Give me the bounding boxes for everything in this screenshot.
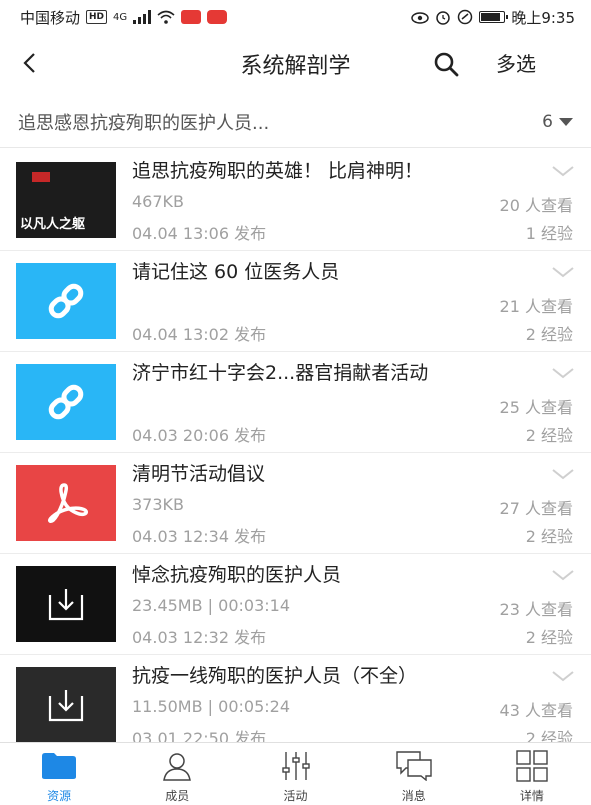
chevron-down-icon[interactable] (551, 366, 575, 380)
item-exp: 2 经验 (525, 426, 573, 445)
top-bar: 系统解剖学 多选 (0, 34, 591, 92)
eye-icon (411, 12, 430, 24)
status-bar: 中国移动 HD 4G 晚上9:35 (0, 0, 591, 34)
tab-activities[interactable]: 活动 (236, 743, 354, 805)
signal-icon (133, 10, 152, 24)
item-views: 27 人查看 (499, 499, 573, 518)
item-exp: 2 经验 (525, 527, 573, 546)
item-thumbnail (16, 263, 116, 339)
tab-members[interactable]: 成员 (118, 743, 236, 805)
item-views: 23 人查看 (499, 600, 573, 619)
item-thumbnail (16, 465, 116, 541)
grid-icon (512, 749, 552, 783)
item-meta: 467KB (132, 192, 185, 211)
item-date: 04.03 12:32 发布 (132, 628, 267, 647)
list-item[interactable]: 以凡人之躯 追思抗疫殉职的英雄！ 比肩神明！ 467KB 04.04 13:06… (0, 150, 591, 251)
list-item[interactable]: 抗疫一线殉职的医护人员（不全） 11.50MB | 00:05:24 03.01… (0, 655, 591, 742)
link-icon (48, 283, 84, 319)
chevron-down-icon[interactable] (551, 467, 575, 481)
list-item[interactable]: 清明节活动倡议 373KB 04.03 12:34 发布 27 人查看 2 经验 (0, 453, 591, 554)
list-item[interactable]: 请记住这 60 位医务人员 04.04 13:02 发布 21 人查看 2 经验 (0, 251, 591, 352)
item-title: 济宁市红十字会2...器官捐献者活动 (132, 362, 429, 384)
chat-icon (394, 749, 434, 783)
bottom-nav: 资源 成员 活动 消息 详情 (0, 742, 591, 805)
download-icon (48, 690, 84, 722)
back-button[interactable] (12, 46, 46, 80)
folder-icon (39, 749, 79, 783)
item-views: 21 人查看 (499, 297, 573, 316)
item-thumbnail: 以凡人之躯 (16, 162, 116, 238)
status-right: 晚上9:35 (411, 7, 575, 28)
chevron-down-icon[interactable] (551, 568, 575, 582)
alarm-icon (436, 11, 451, 25)
item-exp: 2 经验 (525, 729, 573, 742)
resource-list: 以凡人之躯 追思抗疫殉职的英雄！ 比肩神明！ 467KB 04.04 13:06… (0, 150, 591, 742)
chevron-left-icon (23, 53, 35, 73)
item-thumbnail (16, 667, 116, 742)
tab-label: 消息 (401, 789, 426, 803)
chevron-down-icon[interactable] (551, 669, 575, 683)
download-icon (48, 589, 84, 621)
tab-details[interactable]: 详情 (473, 743, 591, 805)
filter-label: 追思感恩抗疫殉职的医护人员... (18, 112, 270, 134)
wifi-icon (157, 10, 175, 24)
status-left: 中国移动 HD 4G (20, 7, 228, 28)
tab-messages[interactable]: 消息 (355, 743, 473, 805)
filter-row[interactable]: 追思感恩抗疫殉职的医护人员... 6 (0, 96, 591, 148)
item-meta: 373KB (132, 495, 185, 514)
item-thumbnail (16, 566, 116, 642)
tab-label: 资源 (47, 789, 72, 803)
item-views: 20 人查看 (499, 196, 573, 215)
item-thumbnail (16, 364, 116, 440)
multi-select-button[interactable]: 多选 (496, 48, 536, 77)
filter-count-dropdown[interactable]: 6 (542, 112, 573, 132)
status-time: 晚上9:35 (511, 8, 575, 27)
app-notification-icon (181, 10, 202, 24)
item-title: 追思抗疫殉职的英雄！ 比肩神明！ (132, 160, 424, 182)
battery-icon (479, 11, 509, 23)
item-title: 请记住这 60 位医务人员 (132, 261, 340, 283)
chevron-down-icon[interactable] (551, 164, 575, 178)
item-exp: 2 经验 (525, 628, 573, 647)
item-date: 04.04 13:06 发布 (132, 224, 267, 243)
item-views: 43 人查看 (499, 701, 573, 720)
carrier-label: 中国移动 (20, 8, 81, 27)
filter-count: 6 (542, 111, 553, 132)
pdf-icon (48, 483, 88, 523)
item-exp: 2 经验 (525, 325, 573, 344)
network-type: 4G (113, 11, 128, 23)
item-date: 04.04 13:02 发布 (132, 325, 267, 344)
message-notification-icon (207, 10, 228, 24)
item-meta: 11.50MB | 00:05:24 (132, 697, 291, 716)
list-item[interactable]: 济宁市红十字会2...器官捐献者活动 04.03 20:06 发布 25 人查看… (0, 352, 591, 453)
item-title: 抗疫一线殉职的医护人员（不全） (132, 665, 418, 687)
link-icon (48, 384, 84, 420)
tab-label: 活动 (283, 789, 308, 803)
list-item[interactable]: 悼念抗疫殉职的医护人员 23.45MB | 00:03:14 04.03 12:… (0, 554, 591, 655)
thumbnail-caption: 以凡人之躯 (20, 217, 86, 232)
tab-label: 成员 (165, 789, 190, 803)
flag-graphic (32, 172, 50, 182)
chevron-down-icon[interactable] (551, 265, 575, 279)
item-title: 悼念抗疫殉职的医护人员 (132, 564, 342, 586)
item-date: 03.01 22:50 发布 (132, 729, 267, 742)
item-views: 25 人查看 (499, 398, 573, 417)
tab-label: 详情 (519, 789, 544, 803)
hd-badge: HD (86, 10, 108, 24)
item-date: 04.03 20:06 发布 (132, 426, 267, 445)
speed-icon (458, 9, 473, 25)
item-title: 清明节活动倡议 (132, 463, 266, 485)
search-icon (434, 52, 459, 77)
item-exp: 1 经验 (525, 224, 573, 243)
tab-resources[interactable]: 资源 (0, 743, 118, 805)
caret-down-icon (559, 117, 573, 126)
sliders-icon (276, 749, 316, 783)
search-button[interactable] (428, 46, 464, 82)
item-meta: 23.45MB | 00:03:14 (132, 596, 291, 615)
person-icon (157, 749, 197, 783)
item-date: 04.03 12:34 发布 (132, 527, 267, 546)
